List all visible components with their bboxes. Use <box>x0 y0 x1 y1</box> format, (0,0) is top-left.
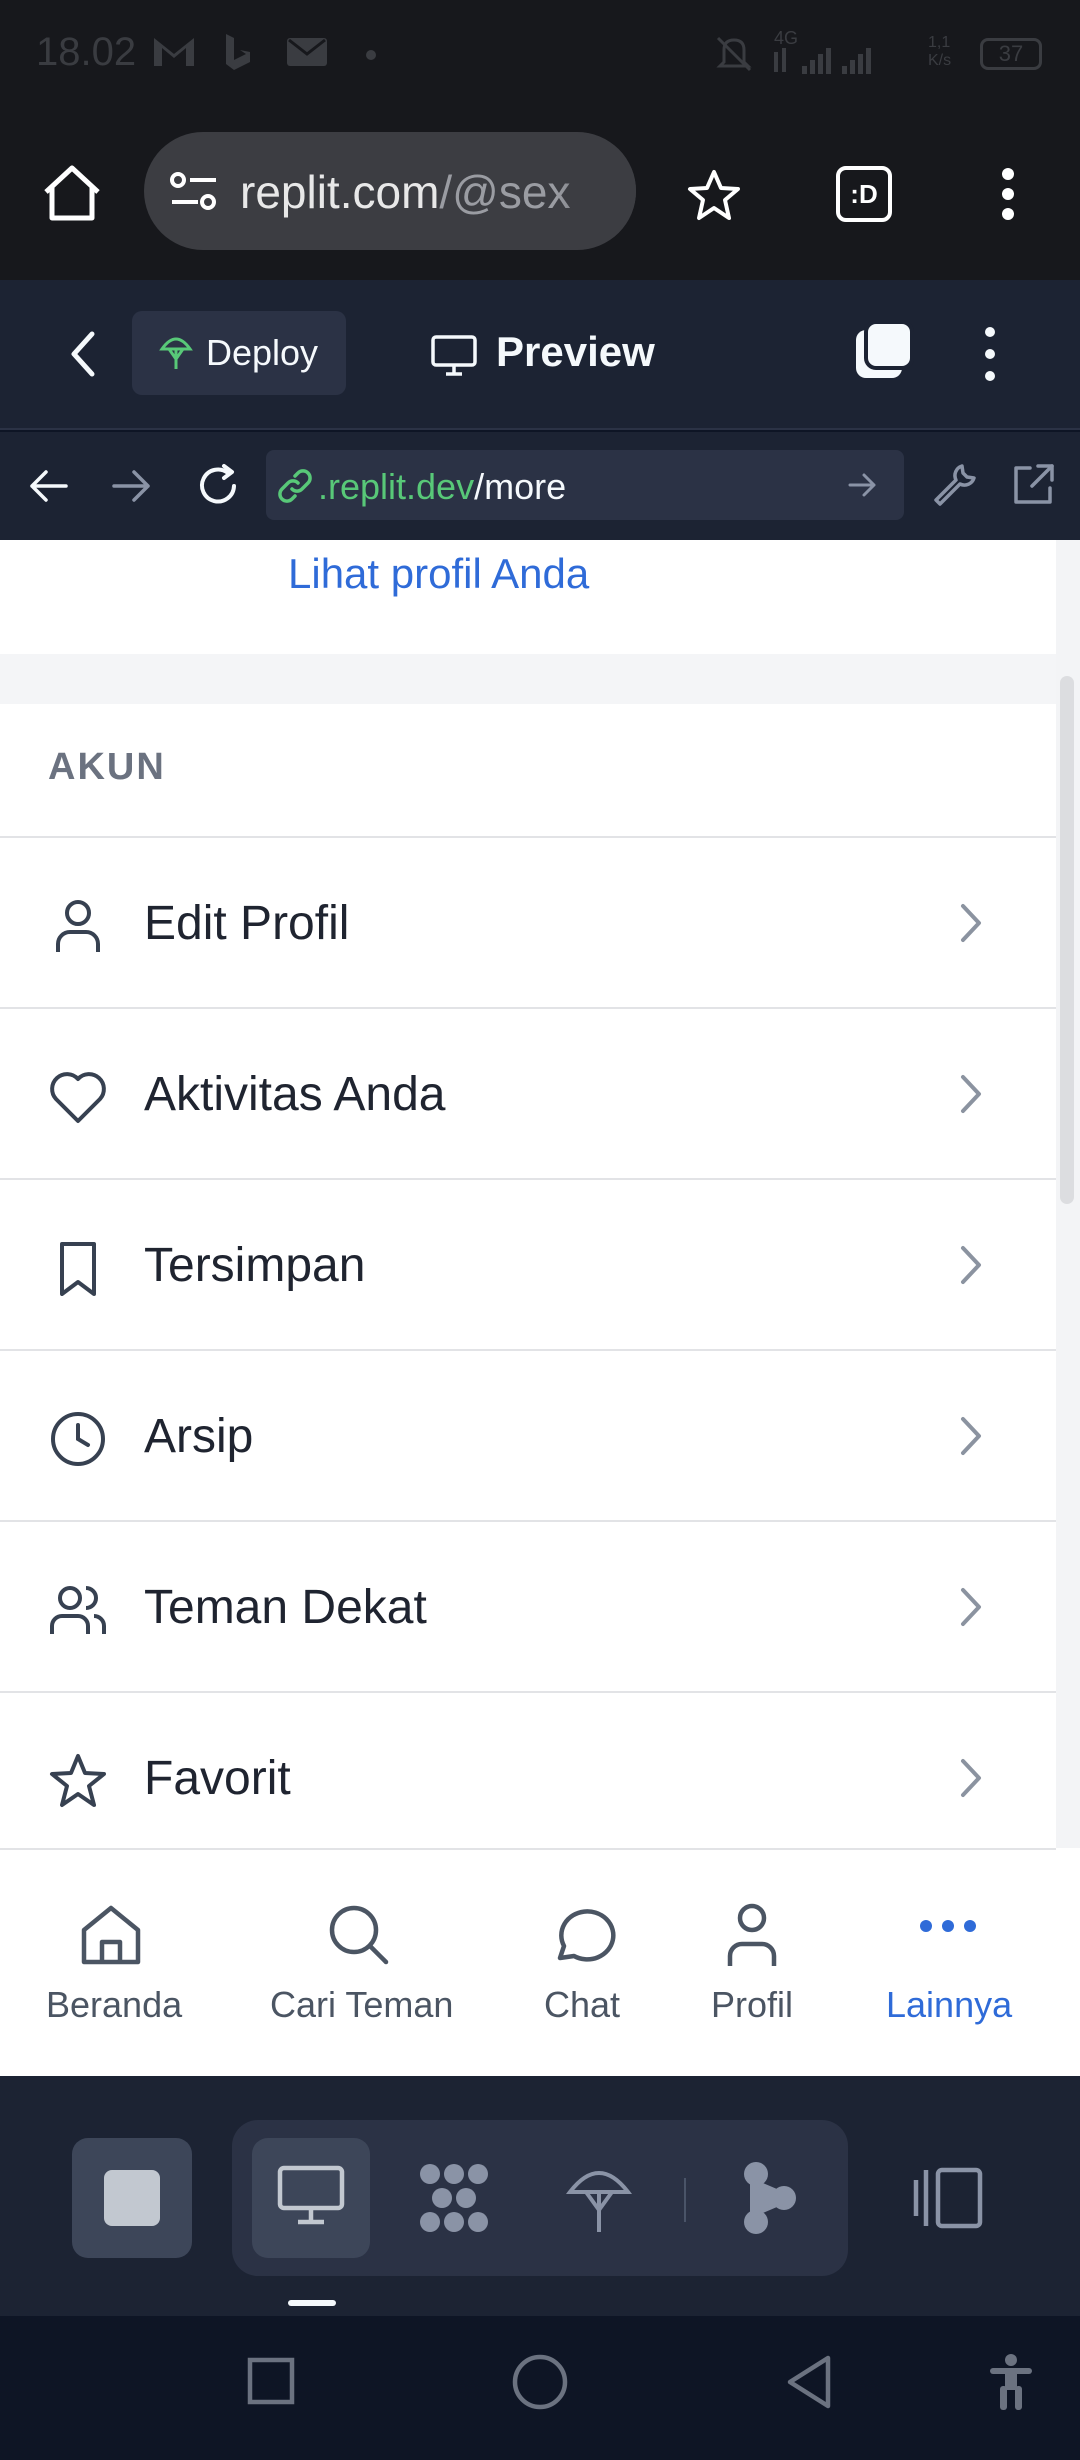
windows-icon[interactable] <box>852 320 916 384</box>
mail-icon <box>287 38 327 66</box>
clock-icon <box>51 1412 105 1466</box>
link-icon <box>278 469 312 503</box>
tab-label: Lainnya <box>886 1984 1013 2025</box>
section-divider <box>0 654 1056 704</box>
bookmark-star-icon[interactable] <box>686 168 742 224</box>
url-host: replit.com <box>240 166 440 218</box>
nav-forward-icon[interactable] <box>110 468 154 504</box>
tab-search[interactable]: Cari Teman <box>266 1850 460 2078</box>
menu-row-label: Tersimpan <box>144 1239 366 1292</box>
deploy-label: Deploy <box>206 332 319 373</box>
webview-url-field[interactable]: .replit.dev/more <box>266 450 904 520</box>
deployments-icon[interactable] <box>566 2162 632 2234</box>
android-nav-bar <box>0 2316 1080 2460</box>
menu-row-edit-profile[interactable]: Edit Profil <box>0 836 1056 1007</box>
git-icon[interactable] <box>740 2160 798 2236</box>
menu-row-label: Arsip <box>144 1410 254 1463</box>
chevron-right-icon <box>961 1759 981 1797</box>
devtools-wrench-icon[interactable] <box>932 462 978 508</box>
chevron-right-icon <box>961 1246 981 1284</box>
star-icon <box>50 1754 106 1807</box>
bing-icon <box>226 34 250 70</box>
tab-indicator <box>288 2300 336 2306</box>
tab-more[interactable]: Lainnya <box>878 1850 1018 2078</box>
menu-row-activity[interactable]: Aktivitas Anda <box>0 1007 1056 1178</box>
preview-tab[interactable]: Preview <box>496 328 655 376</box>
chat-icon <box>557 1909 616 1962</box>
back-chevron-icon[interactable] <box>66 330 100 378</box>
search-icon <box>329 1905 389 1965</box>
more-notifications-dot <box>366 50 376 60</box>
menu-row-close-friends[interactable]: Teman Dekat <box>0 1520 1056 1691</box>
deploy-button[interactable]: Deploy <box>132 311 346 395</box>
bookmark-icon <box>60 1242 96 1296</box>
status-time: 18.02 <box>36 30 137 74</box>
chevron-right-icon <box>961 904 981 942</box>
more-icon <box>920 1920 976 1932</box>
user-icon <box>727 1903 777 1966</box>
url-path: /@sex <box>439 166 571 218</box>
view-profile-link[interactable]: Lihat profil Anda <box>288 550 589 598</box>
webview-url-path: /more <box>474 466 567 507</box>
battery-level: 37 <box>980 38 1042 70</box>
status-bar: 18.02 4G 1,1 K/s 37 <box>0 0 1080 108</box>
chevron-right-icon <box>961 1417 981 1455</box>
tab-label: Chat <box>544 1984 621 2025</box>
users-icon <box>50 1586 106 1634</box>
home-icon[interactable] <box>40 162 104 224</box>
tabs-button[interactable]: :D <box>836 166 892 222</box>
header-menu-icon[interactable] <box>978 324 1002 384</box>
tools-divider <box>684 2178 686 2222</box>
menu-row-favorites[interactable]: Favorit <box>0 1691 1056 1848</box>
webview-url-host: .replit.dev <box>318 466 475 507</box>
menu-row-label: Edit Profil <box>144 897 350 950</box>
page-content: Lihat profil Anda AKUN Edit Profil Aktiv… <box>0 540 1056 1848</box>
android-back-icon[interactable] <box>784 2354 834 2410</box>
app-bottom-nav: Beranda Cari Teman Chat Profil Lainnya <box>0 1848 1056 2076</box>
menu-row-archive[interactable]: Arsip <box>0 1349 1056 1520</box>
site-settings-icon[interactable] <box>168 168 220 214</box>
deploy-icon <box>159 337 193 369</box>
menu-row-label: Teman Dekat <box>144 1581 427 1634</box>
scrollbar-thumb[interactable] <box>1060 676 1074 1204</box>
mute-icon <box>716 36 752 72</box>
reload-icon[interactable] <box>194 462 242 510</box>
signal-icon <box>774 48 871 74</box>
url-fade <box>556 132 636 250</box>
net-speed: 1,1 K/s <box>928 34 952 69</box>
address-bar[interactable]: replit.com/@sex <box>144 132 636 250</box>
heart-icon <box>50 1072 106 1123</box>
split-view-icon[interactable] <box>910 2166 986 2230</box>
gmail-icon <box>154 38 194 66</box>
tab-chat[interactable]: Chat <box>536 1850 646 2078</box>
home-icon <box>81 1905 141 1965</box>
open-new-tab-icon[interactable] <box>1010 462 1056 508</box>
nav-back-icon[interactable] <box>26 468 70 504</box>
tab-label: Cari Teman <box>270 1984 454 2025</box>
monitor-icon <box>431 335 477 376</box>
tab-label: Profil <box>711 1984 794 2025</box>
user-icon <box>56 900 100 952</box>
bottom-nav-gutter <box>1056 1848 1080 2076</box>
section-title: AKUN <box>48 746 166 788</box>
accessibility-icon[interactable] <box>986 2352 1036 2412</box>
tab-home[interactable]: Beranda <box>30 1850 194 2078</box>
go-arrow-icon[interactable] <box>848 472 878 498</box>
menu-row-saved[interactable]: Tersimpan <box>0 1178 1056 1349</box>
chevron-right-icon <box>961 1075 981 1113</box>
menu-row-label: Favorit <box>144 1752 291 1805</box>
android-home-icon[interactable] <box>512 2354 568 2410</box>
stop-icon <box>104 2170 160 2226</box>
tab-profile[interactable]: Profil <box>700 1850 810 2078</box>
browser-menu-icon[interactable] <box>996 164 1020 224</box>
chevron-right-icon <box>961 1588 981 1626</box>
recents-icon[interactable] <box>246 2356 296 2406</box>
workspace-apps-icon[interactable] <box>416 2160 492 2236</box>
menu-row-label: Aktivitas Anda <box>144 1068 446 1121</box>
monitor-icon <box>277 2165 345 2225</box>
tab-label: Beranda <box>46 1984 183 2025</box>
